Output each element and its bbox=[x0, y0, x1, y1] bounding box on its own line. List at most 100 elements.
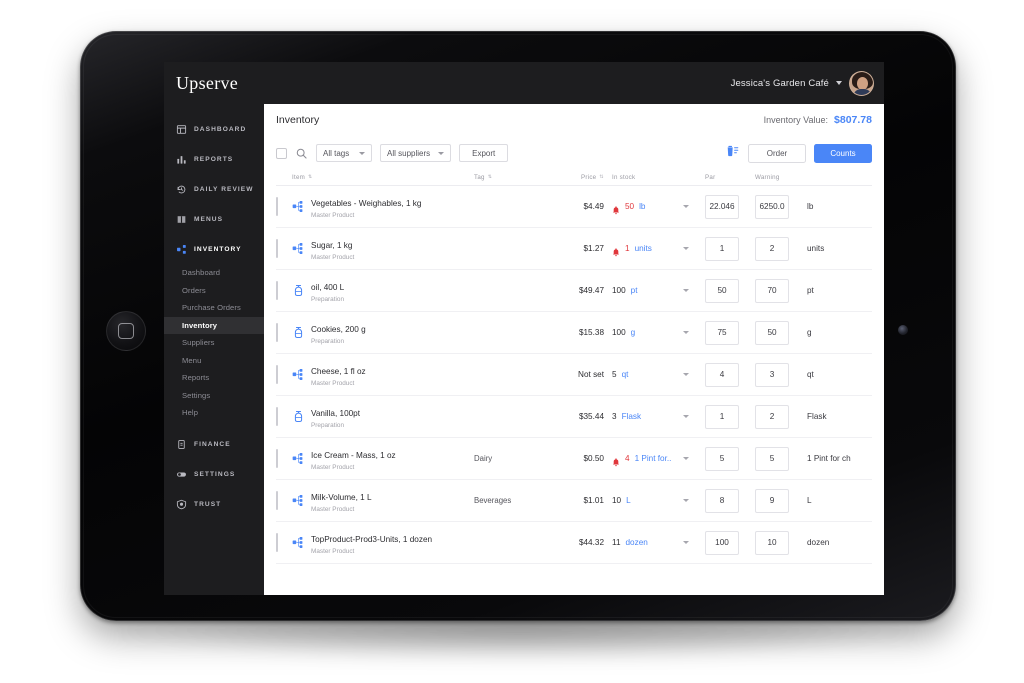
stock-unit[interactable]: g bbox=[631, 328, 636, 337]
brand-logo[interactable]: Upserve bbox=[176, 73, 238, 94]
chevron-down-icon[interactable] bbox=[683, 373, 689, 376]
chevron-down-icon[interactable] bbox=[683, 499, 689, 502]
sidebar-item-label: DASHBOARD bbox=[194, 125, 247, 133]
sidebar-subitem-suppliers[interactable]: Suppliers bbox=[164, 334, 264, 352]
sidebar-subitem-orders[interactable]: Orders bbox=[164, 282, 264, 300]
table-row[interactable]: Vegetables - Weighables, 1 kg Master Prod… bbox=[276, 186, 872, 228]
par-input[interactable]: 50 bbox=[705, 278, 739, 303]
in-stock-cell[interactable]: 1 units bbox=[604, 244, 699, 257]
header-item[interactable]: Item ⇅ bbox=[292, 174, 474, 181]
chevron-down-icon[interactable] bbox=[683, 331, 689, 334]
row-checkbox[interactable] bbox=[276, 196, 278, 216]
stock-unit[interactable]: pt bbox=[631, 286, 638, 295]
sidebar-item-dashboard[interactable]: DASHBOARD bbox=[164, 114, 264, 144]
sidebar-item-finance[interactable]: FINANCE bbox=[164, 430, 264, 460]
table-row[interactable]: Vanilla, 100pt Preparation $35.44 3 Flask 1 2 F… bbox=[276, 396, 872, 438]
account-switcher[interactable]: Jessica's Garden Café bbox=[731, 70, 874, 96]
stock-unit[interactable]: units bbox=[635, 244, 652, 253]
stock-unit[interactable]: Flask bbox=[622, 412, 642, 421]
row-checkbox[interactable] bbox=[276, 532, 278, 552]
header-in-stock[interactable]: In stock bbox=[604, 174, 699, 181]
sidebar-subitem-inventory[interactable]: Inventory bbox=[164, 316, 264, 334]
chevron-down-icon[interactable] bbox=[683, 289, 689, 292]
table-row[interactable]: Cheese, 1 fl oz Master Product Not set 5 qt 4… bbox=[276, 354, 872, 396]
search-icon[interactable] bbox=[295, 147, 308, 160]
in-stock-cell[interactable]: 100 g bbox=[604, 328, 699, 337]
in-stock-cell[interactable]: 11 dozen bbox=[604, 538, 699, 547]
sidebar-subitem-help[interactable]: Help bbox=[164, 404, 264, 422]
chevron-down-icon[interactable] bbox=[683, 541, 689, 544]
par-input[interactable]: 75 bbox=[705, 320, 739, 345]
table-row[interactable]: Ice Cream - Mass, 1 oz Master Product Dair… bbox=[276, 438, 872, 480]
chevron-down-icon[interactable] bbox=[683, 457, 689, 460]
row-checkbox[interactable] bbox=[276, 364, 278, 384]
sidebar-subitem-dashboard[interactable]: Dashboard bbox=[164, 264, 264, 282]
warning-input[interactable]: 2 bbox=[755, 404, 789, 429]
stock-unit[interactable]: L bbox=[626, 496, 631, 505]
in-stock-cell[interactable]: 100 pt bbox=[604, 286, 699, 295]
header-par[interactable]: Par bbox=[699, 174, 755, 181]
sidebar-item-reports[interactable]: REPORTS bbox=[164, 144, 264, 174]
tags-filter-dropdown[interactable]: All tags bbox=[316, 144, 372, 162]
stock-unit[interactable]: qt bbox=[622, 370, 629, 379]
select-all-checkbox[interactable] bbox=[276, 147, 287, 159]
in-stock-cell[interactable]: 50 lb bbox=[604, 202, 699, 215]
table-row[interactable]: Milk-Volume, 1 L Master Product Beverages $… bbox=[276, 480, 872, 522]
suppliers-filter-dropdown[interactable]: All suppliers bbox=[380, 144, 452, 162]
in-stock-cell[interactable]: 4 1 Pint for.. bbox=[604, 454, 699, 467]
warning-input[interactable]: 6250.0 bbox=[755, 194, 789, 219]
sidebar-subitem-menu[interactable]: Menu bbox=[164, 352, 264, 370]
stock-unit[interactable]: lb bbox=[639, 202, 645, 211]
header-price[interactable]: Price ⇅ bbox=[552, 174, 604, 181]
par-input[interactable]: 5 bbox=[705, 446, 739, 471]
table-row[interactable]: Cookies, 200 g Preparation $15.38 100 g 75 50 g… bbox=[276, 312, 872, 354]
row-checkbox[interactable] bbox=[276, 490, 278, 510]
sidebar-item-settings[interactable]: SETTINGS bbox=[164, 460, 264, 490]
chevron-down-icon[interactable] bbox=[683, 247, 689, 250]
warning-input[interactable]: 10 bbox=[755, 530, 789, 555]
avatar[interactable] bbox=[849, 70, 874, 96]
sidebar-item-inventory[interactable]: INVENTORY bbox=[164, 234, 264, 264]
counts-button[interactable]: Counts bbox=[814, 143, 872, 163]
in-stock-cell[interactable]: 5 qt bbox=[604, 370, 699, 379]
in-stock-cell[interactable]: 10 L bbox=[604, 496, 699, 505]
chevron-down-icon[interactable] bbox=[683, 205, 689, 208]
par-input[interactable]: 8 bbox=[705, 488, 739, 513]
row-checkbox[interactable] bbox=[276, 406, 278, 426]
par-input[interactable]: 1 bbox=[705, 404, 739, 429]
in-stock-cell[interactable]: 3 Flask bbox=[604, 412, 699, 421]
order-button[interactable]: Order bbox=[748, 143, 806, 163]
header-warning[interactable]: Warning bbox=[755, 174, 807, 181]
row-checkbox[interactable] bbox=[276, 280, 278, 300]
par-input[interactable]: 100 bbox=[705, 530, 739, 555]
stock-unit[interactable]: dozen bbox=[626, 538, 648, 547]
item-name: Cookies, 200 g bbox=[311, 324, 366, 334]
row-checkbox[interactable] bbox=[276, 322, 278, 342]
sidebar-item-trust[interactable]: TRUST bbox=[164, 490, 264, 520]
row-checkbox[interactable] bbox=[276, 448, 278, 468]
trash-list-icon[interactable] bbox=[726, 144, 740, 163]
warning-input[interactable]: 9 bbox=[755, 488, 789, 513]
warning-input[interactable]: 50 bbox=[755, 320, 789, 345]
warning-input[interactable]: 2 bbox=[755, 236, 789, 261]
stock-unit[interactable]: 1 Pint for.. bbox=[635, 454, 672, 463]
par-input[interactable]: 4 bbox=[705, 362, 739, 387]
sidebar-item-daily-review[interactable]: DAILY REVIEW bbox=[164, 174, 264, 204]
sidebar-subitem-reports[interactable]: Reports bbox=[164, 369, 264, 387]
row-checkbox[interactable] bbox=[276, 238, 278, 258]
warning-input[interactable]: 5 bbox=[755, 446, 789, 471]
header-total[interactable]: Total ⇅ bbox=[859, 174, 884, 181]
chevron-down-icon[interactable] bbox=[683, 415, 689, 418]
par-input[interactable]: 22.046 bbox=[705, 194, 739, 219]
table-row[interactable]: Sugar, 1 kg Master Product $1.27 1 units 1 2 un… bbox=[276, 228, 872, 270]
par-input[interactable]: 1 bbox=[705, 236, 739, 261]
export-button[interactable]: Export bbox=[459, 144, 509, 162]
warning-input[interactable]: 3 bbox=[755, 362, 789, 387]
table-row[interactable]: TopProduct-Prod3-Units, 1 dozen Master Pr… bbox=[276, 522, 872, 564]
header-tag[interactable]: Tag ⇅ bbox=[474, 174, 552, 181]
warning-input[interactable]: 70 bbox=[755, 278, 789, 303]
sidebar-item-menus[interactable]: MENUS bbox=[164, 204, 264, 234]
table-row[interactable]: oil, 400 LPreparation$49.47100pt5070pt$5… bbox=[276, 270, 872, 312]
sidebar-subitem-purchase-orders[interactable]: Purchase Orders bbox=[164, 299, 264, 317]
sidebar-subitem-settings[interactable]: Settings bbox=[164, 387, 264, 405]
